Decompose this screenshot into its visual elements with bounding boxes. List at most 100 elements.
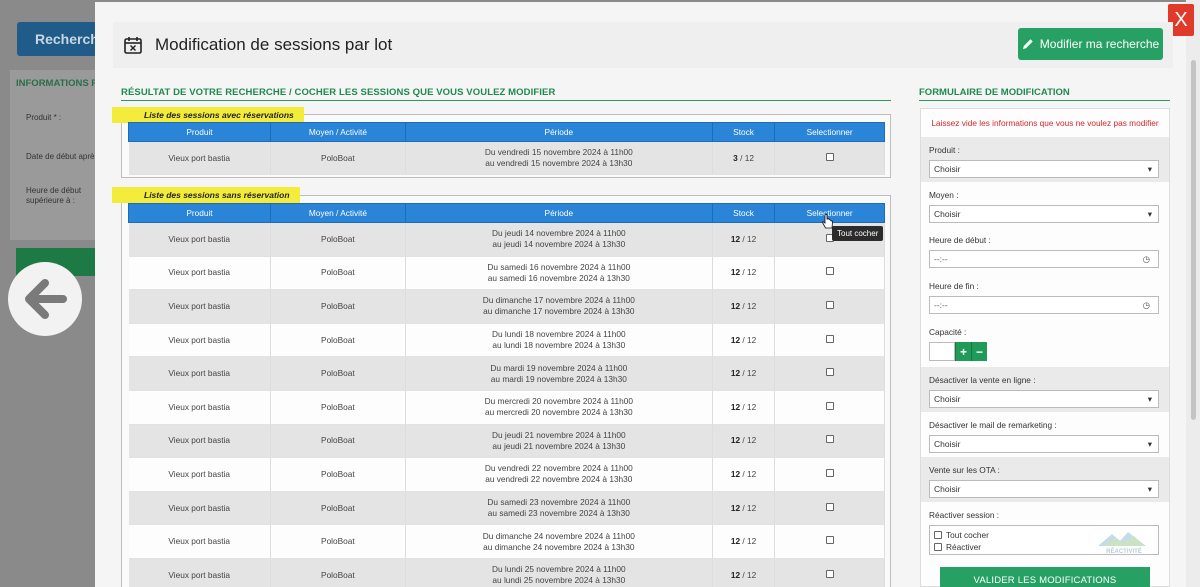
- cell-select: [774, 390, 885, 425]
- period-end: au vendredi 15 novembre 2024 à 13h30: [485, 158, 633, 168]
- cell-moyen: PoloBoat: [270, 424, 406, 459]
- table-row: Vieux port bastia PoloBoat Du dimanche 24 …: [128, 524, 885, 559]
- svg-text:RÉACTIVITÉ: RÉACTIVITÉ: [1106, 547, 1142, 554]
- cell-periode: Du samedi 16 novembre 2024 à 11h00 au sam…: [405, 256, 713, 291]
- mail-remarketing-select[interactable]: Choisir ▾: [929, 435, 1159, 453]
- tout-cocher-checkbox[interactable]: [934, 531, 942, 539]
- reactiver-checkbox[interactable]: [934, 543, 942, 551]
- cell-select: [774, 141, 885, 175]
- stock-total: / 12: [742, 300, 757, 311]
- scrollbar-thumb[interactable]: [1191, 60, 1196, 420]
- select-checkbox[interactable]: [825, 368, 834, 377]
- period-start: Du vendredi 15 novembre 2024 à 11h00: [484, 147, 633, 157]
- stock-total: / 12: [742, 368, 757, 379]
- column-header-periode: Période: [404, 122, 713, 142]
- cell-moyen: PoloBoat: [270, 558, 406, 587]
- stock-total: / 12: [740, 152, 754, 163]
- chevron-down-icon: ▾: [1147, 393, 1152, 404]
- cell-stock: 12 / 12: [712, 491, 776, 526]
- reactivite-logo: RÉACTIVITÉ: [1094, 528, 1154, 555]
- moyen-select-value: Choisir: [934, 209, 961, 219]
- select-checkbox[interactable]: [825, 468, 834, 477]
- table-row: Vieux port bastia PoloBoat Du mardi 19 nov…: [128, 356, 885, 391]
- moyen-select[interactable]: Choisir ▾: [929, 205, 1159, 223]
- cell-stock: 12 / 12: [712, 558, 776, 587]
- period-start: Du vendredi 22 novembre 2024 à 11h00: [484, 463, 633, 474]
- cell-produit: Vieux port bastia: [128, 356, 271, 391]
- stock-total: / 12: [742, 536, 757, 547]
- table-row: Vieux port bastia PoloBoat Du mercredi 20 …: [128, 390, 885, 425]
- vente-ota-select[interactable]: Choisir ▾: [929, 480, 1159, 498]
- cell-stock: 12 / 12: [712, 222, 776, 257]
- reactiver-option-label: Réactiver: [946, 542, 982, 552]
- cell-moyen: PoloBoat: [270, 356, 406, 391]
- table-row: Vieux port bastia PoloBoat Du jeudi 14 nov…: [128, 222, 885, 257]
- select-checkbox[interactable]: [825, 267, 834, 276]
- cell-stock: 12 / 12: [712, 424, 776, 459]
- capacite-plus-button[interactable]: +: [955, 342, 971, 361]
- period-end: au jeudi 21 novembre 2024 à 13h30: [492, 440, 626, 451]
- table-row: Vieux port bastia PoloBoat Du dimanche 17 …: [128, 289, 885, 324]
- select-checkbox[interactable]: [825, 401, 834, 410]
- cell-select: [774, 289, 885, 324]
- cell-select: [774, 457, 885, 492]
- field-group-vente-en-ligne: Désactiver la vente en ligne : Choisir ▾: [921, 367, 1169, 412]
- heure-fin-label: Heure de fin :: [929, 281, 979, 291]
- period-end: au lundi 25 novembre 2024 à 13h30: [492, 575, 626, 586]
- field-group-reactiver: Réactiver session : Tout cocher Réactive…: [921, 502, 1169, 560]
- heure-debut-input[interactable]: --:-- ◷: [929, 250, 1159, 268]
- field-group-heure-debut: Heure de début : --:-- ◷: [921, 227, 1169, 273]
- column-header-periode: Période: [404, 203, 713, 223]
- cell-select: [774, 323, 885, 358]
- column-header-moyen: Moyen / Activité: [269, 122, 406, 142]
- heure-fin-input[interactable]: --:-- ◷: [929, 296, 1159, 314]
- stock-total: / 12: [742, 401, 757, 412]
- vente-en-ligne-select[interactable]: Choisir ▾: [929, 390, 1159, 408]
- tout-cocher-tooltip: Tout cocher: [832, 226, 884, 241]
- produit-select-value: Choisir: [934, 164, 961, 174]
- period-start: Du samedi 23 novembre 2024 à 11h00: [487, 497, 631, 508]
- period-start: Du lundi 18 novembre 2024 à 11h00: [492, 329, 626, 340]
- cell-stock: 3 / 12: [712, 141, 776, 175]
- table-row: Vieux port bastia PoloBoat Du vendredi 22 …: [128, 457, 885, 492]
- capacite-minus-button[interactable]: −: [971, 342, 987, 361]
- stock-used: 12: [730, 267, 741, 278]
- stock-used: 12: [730, 368, 741, 379]
- back-button[interactable]: [8, 262, 82, 336]
- clock-icon: ◷: [1142, 299, 1150, 310]
- column-header-moyen: Moyen / Activité: [269, 203, 406, 223]
- cell-produit: Vieux port bastia: [128, 256, 271, 291]
- select-checkbox[interactable]: [825, 502, 834, 511]
- select-checkbox[interactable]: [825, 300, 834, 309]
- column-header-stock: Stock: [711, 122, 776, 142]
- cell-moyen: PoloBoat: [270, 491, 406, 526]
- field-group-capacite: Capacité : + −: [921, 319, 1169, 367]
- results-divider: [121, 100, 891, 101]
- select-checkbox[interactable]: [825, 435, 834, 444]
- cell-stock: 12 / 12: [712, 524, 776, 559]
- stock-used: 12: [730, 435, 741, 446]
- period-start: Du jeudi 14 novembre 2024 à 11h00: [492, 228, 626, 239]
- cell-select: [774, 256, 885, 291]
- cell-periode: Du dimanche 24 novembre 2024 à 11h00 au d…: [405, 524, 713, 559]
- modify-search-button[interactable]: Modifier ma recherche: [1018, 28, 1163, 60]
- select-checkbox[interactable]: [825, 536, 834, 545]
- cell-periode: Du mardi 19 novembre 2024 à 11h00 au mard…: [405, 356, 713, 391]
- vente-en-ligne-label: Désactiver la vente en ligne :: [929, 375, 1036, 385]
- form-warning: Laissez vide les informations que vous n…: [931, 118, 1159, 128]
- cell-periode: Du vendredi 22 novembre 2024 à 11h00 au v…: [405, 457, 713, 492]
- stock-total: / 12: [742, 468, 757, 479]
- cell-periode: Du mercredi 20 novembre 2024 à 11h00 au m…: [405, 390, 713, 425]
- cell-periode: Du lundi 25 novembre 2024 à 11h00 au lund…: [405, 558, 713, 587]
- cell-moyen: PoloBoat: [270, 222, 406, 257]
- produit-select[interactable]: Choisir ▾: [929, 160, 1159, 178]
- capacite-input[interactable]: [929, 342, 955, 361]
- period-start: Du dimanche 24 novembre 2024 à 11h00: [482, 530, 635, 541]
- field-group-vente-ota: Vente sur les OTA : Choisir ▾: [921, 457, 1169, 502]
- validate-modifications-button[interactable]: VALIDER LES MODIFICATIONS: [940, 567, 1150, 587]
- select-checkbox[interactable]: [825, 152, 834, 161]
- sessions-without-reservations-legend: Liste des sessions sans réservation: [112, 187, 300, 203]
- select-checkbox[interactable]: [825, 569, 834, 578]
- select-checkbox[interactable]: [825, 334, 834, 343]
- table-row: Vieux port bastia PoloBoat Du vendredi 1…: [128, 141, 885, 175]
